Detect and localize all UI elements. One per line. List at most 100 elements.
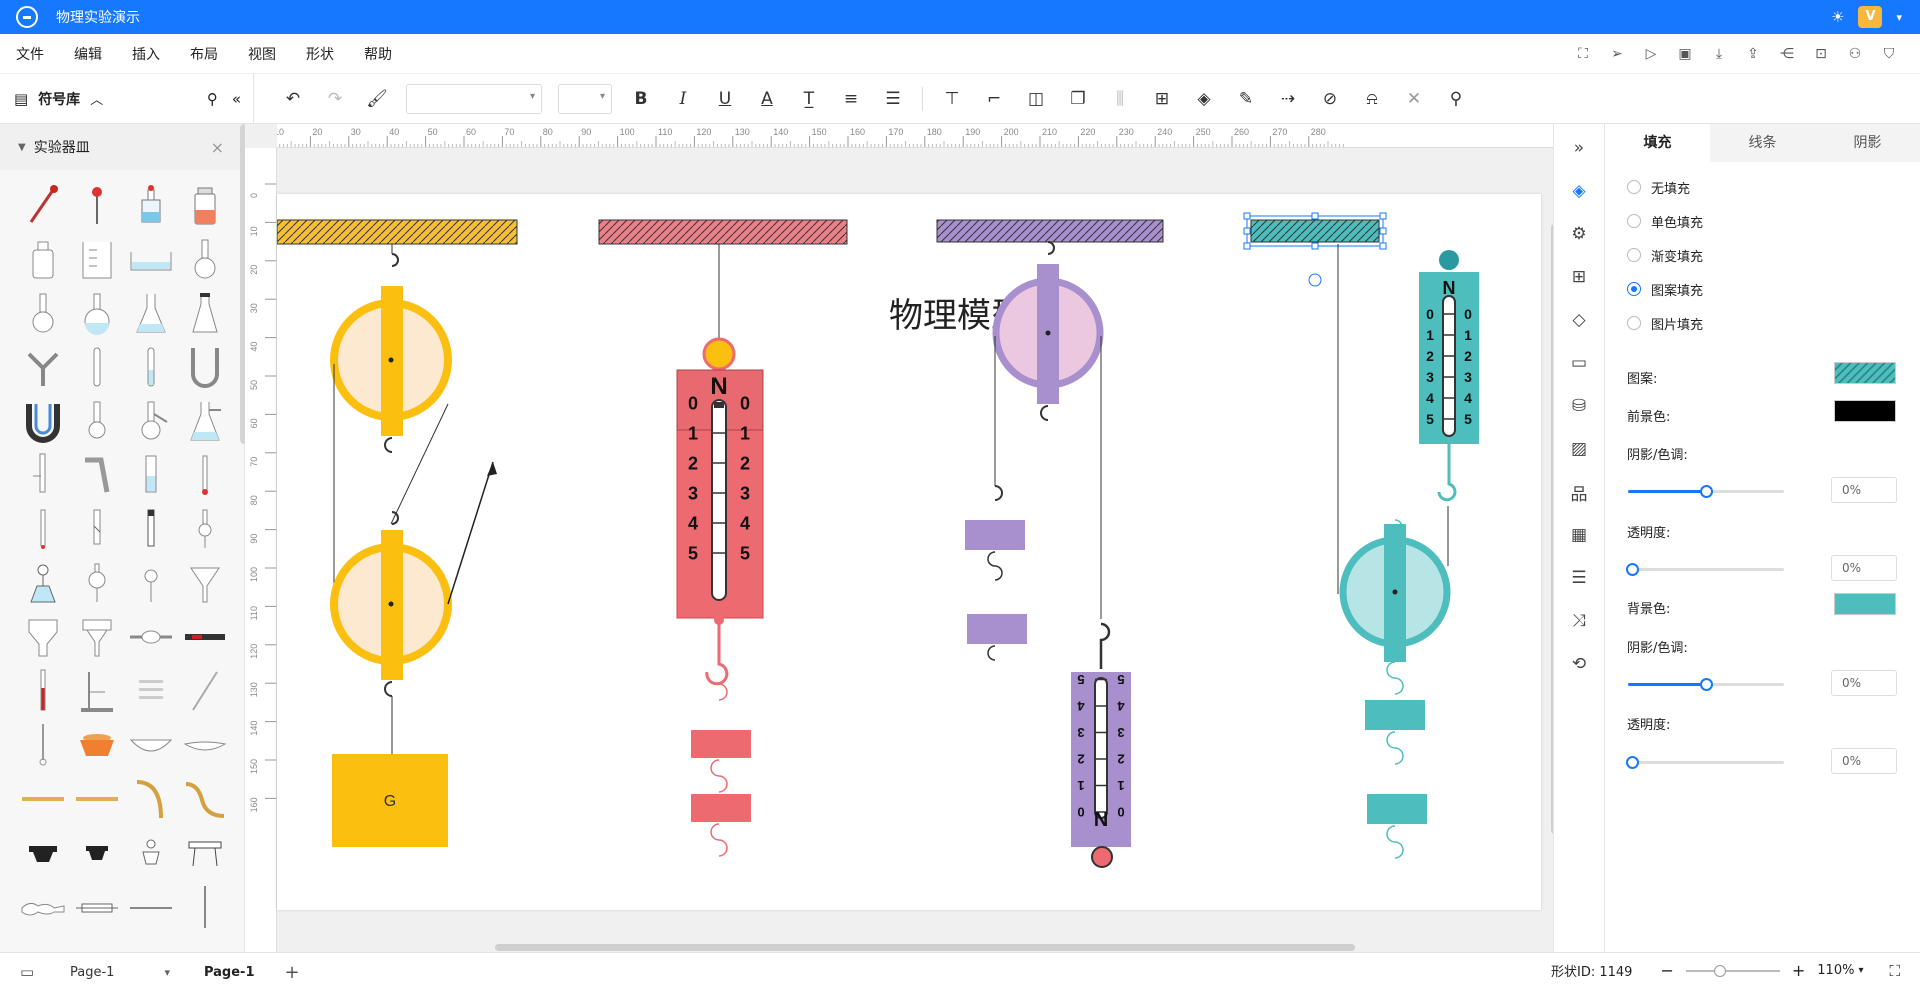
jar-icon[interactable] (178, 178, 232, 232)
style-icon[interactable]: ⚙ (1566, 220, 1592, 248)
share-icon[interactable]: ⋲ (1776, 43, 1798, 65)
find-icon[interactable]: ⚲ (1443, 86, 1469, 112)
front-icon[interactable]: ◫ (1023, 86, 1049, 112)
chevron-down-icon[interactable]: ▾ (1858, 965, 1863, 976)
text-style-icon[interactable]: T̲ (796, 86, 822, 112)
teal-scale-ring[interactable] (1439, 250, 1459, 270)
thin-tube-icon[interactable] (16, 502, 70, 556)
burette-icon[interactable] (16, 448, 70, 502)
purple-ceiling[interactable] (936, 219, 1164, 243)
distribute-icon[interactable]: ⫼ (1107, 86, 1133, 112)
radio-gradient[interactable] (1627, 248, 1641, 262)
shade-slider-2[interactable] (1628, 678, 1784, 691)
zoom-in-icon[interactable]: + (1792, 961, 1805, 980)
play-icon[interactable]: ▷ (1640, 43, 1662, 65)
alcohol-lamp-icon[interactable] (16, 556, 70, 610)
fill-option-gradient[interactable]: 渐变填充 (1605, 238, 1920, 272)
scale-ring[interactable] (702, 337, 736, 371)
force-arrow[interactable] (447, 461, 494, 605)
group-shape-icon[interactable]: ⊞ (1149, 86, 1175, 112)
shade-slider-1[interactable] (1628, 485, 1784, 498)
sealed-tube-icon[interactable] (124, 502, 178, 556)
grid-icon[interactable]: ⊞ (1566, 263, 1592, 291)
line-spacing-icon[interactable]: ☰ (880, 86, 906, 112)
stopper-small-icon[interactable] (70, 826, 124, 880)
teal-weight-1[interactable] (1365, 700, 1425, 730)
add-page-icon[interactable]: + (284, 962, 299, 983)
chevron-down-icon[interactable]: ▾ (1896, 11, 1902, 24)
purple-weight-2[interactable] (967, 614, 1027, 644)
save-icon[interactable]: ▣ (1674, 43, 1696, 65)
chevron-up-icon[interactable]: ︿ (90, 89, 103, 108)
layers-icon[interactable]: ◇ (1566, 306, 1592, 334)
teal-ceiling-selected[interactable] (1250, 219, 1380, 243)
presentation-icon[interactable]: ▭ (1566, 349, 1592, 377)
fill-bucket-icon[interactable]: ◈ (1191, 86, 1217, 112)
org-chart-icon[interactable]: 品 (1566, 478, 1592, 506)
u-tube-icon[interactable] (178, 340, 232, 394)
red-weight-2[interactable] (691, 794, 751, 822)
zoom-level[interactable]: 110% (1817, 963, 1854, 978)
tripod-icon[interactable] (178, 826, 232, 880)
glass-rod-icon[interactable] (178, 664, 232, 718)
download-icon[interactable]: ⤓ (1708, 43, 1730, 65)
close-icon[interactable]: × (211, 138, 224, 157)
fullscreen-icon[interactable]: ⛶ (1572, 43, 1594, 65)
rod-icon[interactable] (178, 610, 232, 664)
stopper-icon[interactable] (16, 826, 70, 880)
round-flask-icon[interactable] (178, 232, 232, 286)
straight-tube-icon[interactable] (124, 880, 178, 934)
page-tab[interactable]: Page-1 (204, 965, 255, 980)
pen-color-icon[interactable]: ✎ (1233, 86, 1259, 112)
dropping-funnel-icon[interactable] (70, 556, 124, 610)
font-color-icon[interactable]: A (754, 86, 780, 112)
beaker-icon[interactable] (70, 232, 124, 286)
thermometer-icon[interactable] (178, 448, 232, 502)
underline-icon[interactable]: U (712, 86, 738, 112)
gourd-tube-icon[interactable] (16, 880, 70, 934)
crucible-icon[interactable] (70, 718, 124, 772)
red-spring-scale-model[interactable]: N 0 01 12 23 34 45 5 物理模型 (598, 219, 1025, 857)
menu-layout[interactable]: 布局 (190, 44, 218, 64)
connector-icon[interactable]: ⌐ (981, 86, 1007, 112)
y-tube-icon[interactable] (16, 340, 70, 394)
ball-funnel-icon[interactable] (124, 556, 178, 610)
plates-icon[interactable] (124, 664, 178, 718)
expand-icon[interactable]: » (1566, 134, 1592, 162)
tools-icon[interactable]: ✕ (1401, 86, 1427, 112)
table-icon[interactable]: ▦ (1566, 521, 1592, 549)
menu-edit[interactable]: 编辑 (74, 44, 102, 64)
separatory-icon[interactable] (178, 502, 232, 556)
page-list-icon[interactable]: ▭ (20, 963, 34, 981)
line-style-icon[interactable]: ⇢ (1275, 86, 1301, 112)
zoom-slider[interactable] (1685, 964, 1780, 977)
history-icon[interactable]: ⟲ (1566, 650, 1592, 678)
radio-pattern[interactable] (1627, 282, 1641, 296)
trough-icon[interactable] (124, 232, 178, 286)
test-tube-liquid-icon[interactable] (124, 340, 178, 394)
fit-screen-icon[interactable]: ⛶ (1889, 962, 1900, 980)
horizontal-scrollbar[interactable] (495, 944, 1355, 951)
format-painter-icon[interactable]: 🖌 (364, 86, 390, 112)
reagent-bottle-icon[interactable] (124, 178, 178, 232)
transparency-slider-1[interactable] (1626, 563, 1784, 576)
stirring-rod-icon[interactable] (16, 718, 70, 772)
image-icon[interactable]: ▨ (1566, 435, 1592, 463)
teal-pulley-model[interactable]: N 0 01 12 23 34 45 5 (1243, 212, 1479, 859)
pipette-icon[interactable] (70, 178, 124, 232)
bottle-icon[interactable] (16, 232, 70, 286)
group-icon[interactable]: ⚇ (1844, 43, 1866, 65)
fill-option-pattern[interactable]: 图案填充 (1605, 272, 1920, 306)
connector-tube-icon[interactable] (70, 880, 124, 934)
yellow-pulley-model[interactable]: G (276, 219, 518, 847)
radio-solid[interactable] (1627, 214, 1641, 228)
dropper-tube-icon[interactable] (70, 502, 124, 556)
test-tube-icon[interactable] (70, 340, 124, 394)
round-flask-2-icon[interactable] (16, 286, 70, 340)
align-icon[interactable]: ≡ (838, 86, 864, 112)
bent-tube-icon[interactable] (70, 448, 124, 502)
red-weight-1[interactable] (691, 730, 751, 758)
evaporating-dish-icon[interactable] (124, 718, 178, 772)
vertical-tube-icon[interactable] (178, 880, 232, 934)
funnel-icon[interactable] (178, 556, 232, 610)
